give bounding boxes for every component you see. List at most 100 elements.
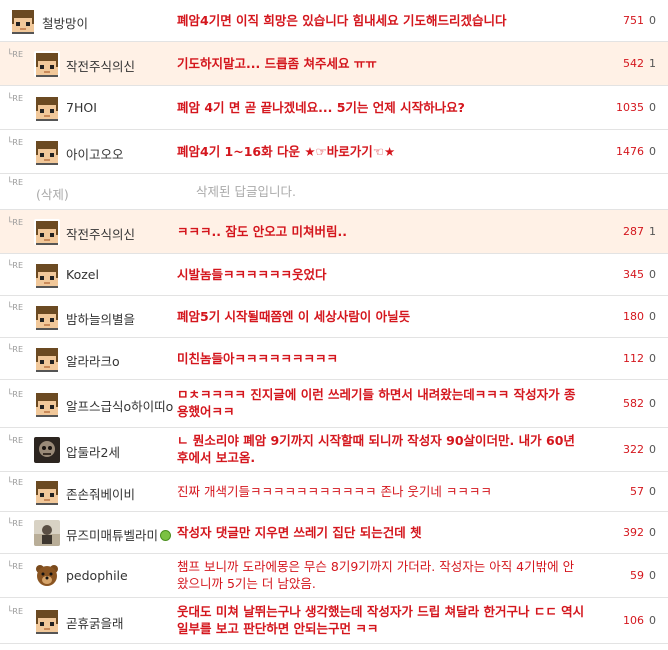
comment-text[interactable]: 폐암4기 1~16화 다운 ★☞바로가기☜★	[177, 143, 585, 160]
reply-count[interactable]: 0	[649, 397, 656, 410]
nickname[interactable]: 알프스급식o하이띠o	[66, 396, 173, 415]
reply-row: └RE pedophile 챔프 보니까 도라에몽은 무슨 8기9기까지 가더라. …	[0, 554, 668, 598]
comment-text[interactable]: 챔프 보니까 도라에몽은 무슨 8기9기까지 가더라. 작성자는 아직 4기밖에…	[177, 558, 585, 592]
reply-row: └RE 존손줘베이비 진짜 개색기들ㅋㅋㅋㅋㅋㅋㅋㅋㅋㅋㅋ 존나 웃기네 ㅋㅋㅋㅋ 5…	[0, 472, 668, 512]
nickname[interactable]: pedophile	[66, 568, 128, 583]
comment-list: 철방망이 폐암4기면 이직 희망은 있습니다 힘내세요 기도해드리겠습니다 751 0…	[0, 0, 668, 644]
nickname[interactable]: 작전주식의신	[66, 224, 135, 243]
reply-row: └RE 밤하늘의별을 폐암5기 시작될때쯤엔 이 세상사람이 아닐듯 180 0	[0, 296, 668, 338]
reply-arrow-icon: └RE	[7, 178, 23, 188]
avatar[interactable]	[34, 262, 60, 288]
reply-count[interactable]: 1	[649, 225, 656, 238]
avatar[interactable]	[34, 304, 60, 330]
reply-arrow-icon: └RE	[7, 436, 23, 446]
nickname-text: 7HOI	[66, 100, 97, 115]
reply-arrow-icon: └RE	[7, 478, 23, 488]
reply-tag: RE	[12, 178, 24, 187]
nickname[interactable]: 밤하늘의별을	[66, 309, 135, 328]
nickname-text: 철방망이	[42, 16, 89, 31]
reply-count[interactable]: 0	[649, 101, 656, 114]
nickname-text: 아이고오오	[66, 147, 124, 162]
reply-tag: RE	[12, 50, 24, 59]
reply-count[interactable]: 0	[649, 526, 656, 539]
nickname[interactable]: 아이고오오	[66, 144, 124, 163]
reply-count[interactable]: 0	[649, 443, 656, 456]
reply-tag: RE	[12, 478, 24, 487]
nickname[interactable]: Kozel	[66, 267, 99, 282]
reply-row: └RE Kozel 시발놈들ㅋㅋㅋㅋㅋㅋ웃었다 345 0	[0, 254, 668, 296]
nickname-text: 압둘라2세	[66, 445, 120, 460]
reply-count[interactable]: 0	[649, 485, 656, 498]
reply-tag: RE	[12, 562, 24, 571]
nickname[interactable]: 곧휴굵을래	[66, 613, 124, 632]
vote-count: 180	[623, 310, 644, 323]
comment-text[interactable]: 기도하지말고... 드릅좀 쳐주세요 ㅠㅠ	[177, 55, 585, 72]
avatar[interactable]	[34, 520, 60, 546]
comment-text[interactable]: ㅋㅋㅋ.. 잠도 안오고 미쳐버림..	[177, 223, 585, 240]
reply-count[interactable]: 0	[649, 14, 656, 27]
comment-text[interactable]: 폐암 4기 면 곧 끝나겠네요... 5기는 언제 시작하나요?	[177, 99, 585, 116]
comment-text[interactable]: 진짜 개색기들ㅋㅋㅋㅋㅋㅋㅋㅋㅋㅋㅋ 존나 웃기네 ㅋㅋㅋㅋ	[177, 483, 585, 500]
vote-count: 345	[623, 268, 644, 281]
vote-count: 751	[623, 14, 644, 27]
nickname-text: Kozel	[66, 267, 99, 282]
nickname[interactable]: 7HOI	[66, 100, 97, 115]
comment-text[interactable]: ㅁㅊㅋㅋㅋㅋ 진지글에 이런 쓰레기들 하면서 내려왔는데ㅋㅋㅋ 작성자가 종용…	[177, 386, 585, 420]
vote-count: 1476	[616, 145, 644, 158]
reply-arrow-icon: └RE	[7, 562, 23, 572]
avatar[interactable]	[34, 437, 60, 463]
avatar[interactable]	[10, 8, 36, 34]
reply-count[interactable]: 0	[649, 310, 656, 323]
comment-text[interactable]: 폐암4기면 이직 희망은 있습니다 힘내세요 기도해드리겠습니다	[177, 12, 585, 29]
vote-count: 287	[623, 225, 644, 238]
reply-count[interactable]: 0	[649, 268, 656, 281]
reply-row: └RE 작전주식의신 ㅋㅋㅋ.. 잠도 안오고 미쳐버림.. 287 1	[0, 210, 668, 254]
nickname[interactable]: 알라라크o	[66, 351, 120, 370]
nickname-text: 곧휴굵을래	[66, 616, 124, 631]
vote-count: 392	[623, 526, 644, 539]
avatar[interactable]	[34, 563, 60, 589]
reply-arrow-icon: └RE	[7, 138, 23, 148]
vote-count: 322	[623, 443, 644, 456]
comment-text[interactable]: ㄴ 뭔소리야 폐암 9기까지 시작할때 되니까 작성자 90살이더만. 내가 6…	[177, 432, 585, 466]
reply-arrow-icon: └RE	[7, 390, 23, 400]
avatar[interactable]	[34, 219, 60, 245]
comment-text[interactable]: 웃대도 미쳐 날뛰는구나 생각했는데 작성자가 드립 쳐달라 한거구나 ㄷㄷ 역…	[177, 603, 585, 637]
avatar[interactable]	[34, 608, 60, 634]
nickname-text: 뮤즈미매튜벨라미	[66, 528, 159, 543]
avatar[interactable]	[34, 51, 60, 77]
avatar[interactable]	[34, 391, 60, 417]
reply-count[interactable]: 0	[649, 145, 656, 158]
avatar[interactable]	[34, 479, 60, 505]
reply-tag: RE	[12, 218, 24, 227]
reply-count[interactable]: 0	[649, 569, 656, 582]
reply-arrow-icon: └RE	[7, 261, 23, 271]
comment-text[interactable]: 폐암5기 시작될때쯤엔 이 세상사람이 아닐듯	[177, 308, 585, 325]
reply-count[interactable]: 0	[649, 614, 656, 627]
nickname[interactable]: 철방망이	[42, 13, 88, 32]
nickname[interactable]: 작전주식의신	[66, 56, 135, 75]
reply-tag: RE	[12, 390, 24, 399]
reply-arrow-icon: └RE	[7, 303, 23, 313]
avatar[interactable]	[34, 95, 60, 121]
comment-text[interactable]: 시발놈들ㅋㅋㅋㅋㅋㅋ웃었다	[177, 266, 585, 283]
nickname[interactable]: 뮤즈미매튜벨라미	[66, 525, 172, 544]
deleted-reply-row: └RE (삭제) 삭제된 답글입니다.	[0, 174, 668, 210]
reply-tag: RE	[12, 607, 24, 616]
comment-text[interactable]: 미친놈들아ㅋㅋㅋㅋㅋㅋㅋㅋㅋ	[177, 350, 585, 367]
reply-row: └RE 알프스급식o하이띠o ㅁㅊㅋㅋㅋㅋ 진지글에 이런 쓰레기들 하면서 내려왔…	[0, 380, 668, 428]
nickname-text: 존손줘베이비	[66, 487, 136, 502]
nickname[interactable]: 존손줘베이비	[66, 484, 135, 503]
reply-count[interactable]: 1	[649, 57, 656, 70]
reply-tag: RE	[12, 345, 24, 354]
nickname[interactable]: 압둘라2세	[66, 442, 120, 461]
comment-text[interactable]: 작성자 댓글만 지우면 쓰레기 집단 되는건데 쳇	[177, 524, 585, 541]
avatar[interactable]	[34, 139, 60, 165]
reply-count[interactable]: 0	[649, 352, 656, 365]
vote-count: 542	[623, 57, 644, 70]
nickname-text: 알프스급식o하이띠o	[66, 399, 174, 414]
reply-arrow-icon: └RE	[7, 519, 23, 529]
comment-row: 철방망이 폐암4기면 이직 희망은 있습니다 힘내세요 기도해드리겠습니다 751 0	[0, 0, 668, 42]
reply-arrow-icon: └RE	[7, 607, 23, 617]
avatar[interactable]	[34, 346, 60, 372]
